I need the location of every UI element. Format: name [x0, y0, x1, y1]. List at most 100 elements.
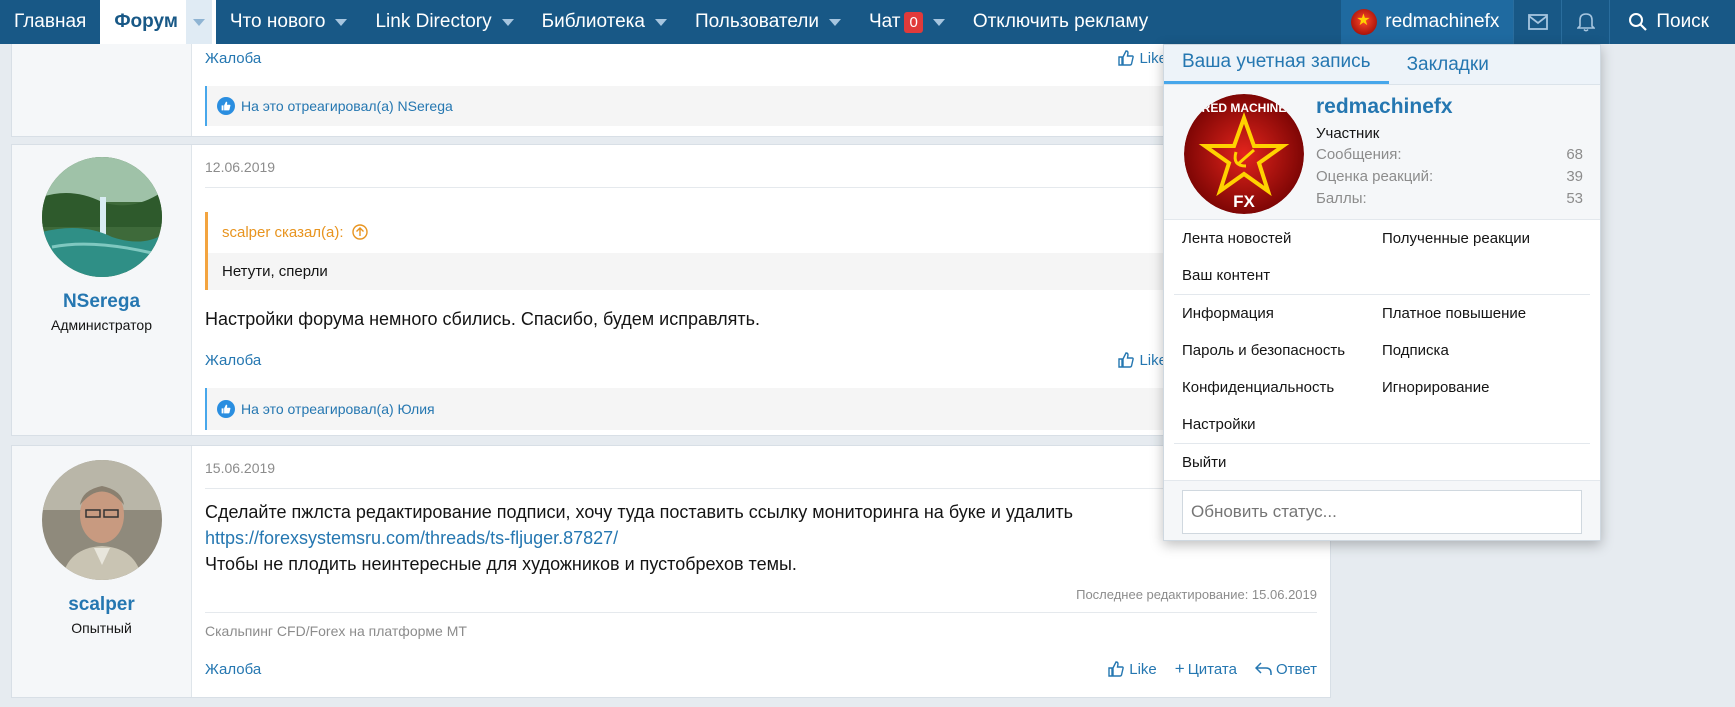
user-photo-avatar-image [41, 460, 162, 580]
author-title: Опытный [71, 620, 132, 636]
nav-whats-new[interactable]: Что нового [216, 0, 362, 44]
post-message: Настройки форума немного сбились. Спасиб… [205, 309, 761, 329]
post-author-panel: scalper Опытный [12, 446, 192, 697]
post-previous: Жалоба Like На это отреагировал(а) NSere… [11, 44, 1331, 137]
nav-home[interactable]: Главная [0, 0, 100, 44]
nav-disable-ads[interactable]: Отключить рекламу [959, 0, 1162, 44]
nav-disable-ads-label: Отключить рекламу [972, 11, 1149, 32]
report-link[interactable]: Жалоба [205, 661, 261, 678]
report-link[interactable]: Жалоба [205, 352, 261, 369]
like-button[interactable]: Like [1108, 661, 1157, 678]
like-reaction-icon [217, 97, 235, 115]
avatar [1351, 9, 1378, 35]
chevron-down-icon[interactable] [335, 18, 348, 26]
nav-forum-dropdown[interactable] [185, 0, 212, 44]
nav-users-label: Пользователи [694, 11, 819, 32]
tab-bookmarks[interactable]: Закладки [1389, 54, 1507, 84]
red-machine-logo-avatar: RED MACHINE FX [1184, 94, 1304, 214]
status-input[interactable] [1182, 490, 1582, 534]
reacted-by-text: На это отреагировал(а) NSerega [241, 98, 453, 114]
chevron-down-icon [192, 18, 205, 26]
post-message: Сделайте пжлста редактирование подписи, … [205, 499, 1317, 577]
status-update-area [1164, 480, 1600, 540]
envelope-icon [1527, 14, 1548, 30]
nav-forum[interactable]: Форум [100, 0, 216, 44]
reply-arrow-icon [1254, 662, 1272, 675]
author-title: Администратор [50, 317, 152, 333]
author-username[interactable]: NSerega [12, 291, 191, 313]
chevron-down-icon[interactable] [654, 18, 667, 26]
menu-link-password-security[interactable]: Пароль и безопасность [1182, 342, 1382, 359]
author-username[interactable]: scalper [12, 594, 191, 616]
nav-users[interactable]: Пользователи [681, 0, 855, 44]
chevron-down-icon[interactable] [501, 18, 514, 26]
account-menu-tabs: Ваша учетная запись Закладки [1164, 45, 1600, 85]
post-actions: Жалоба Like [205, 348, 1317, 372]
svg-text:FX: FX [1233, 192, 1255, 211]
nav-home-label: Главная [14, 11, 87, 32]
avatar[interactable]: RED MACHINE FX [1184, 94, 1304, 214]
chevron-down-icon[interactable] [932, 18, 945, 26]
stat-reactions[interactable]: Оценка реакций: 39 [1316, 168, 1583, 185]
menu-link-privacy[interactable]: Конфиденциальность [1182, 379, 1382, 396]
menu-link-paid-upgrades[interactable]: Платное повышение [1382, 305, 1582, 322]
report-link[interactable]: Жалоба [205, 50, 261, 67]
menu-link-your-content[interactable]: Ваш контент [1182, 267, 1400, 284]
search-icon [1629, 13, 1648, 31]
reply-label: Ответ [1275, 660, 1317, 678]
stat-value: 68 [1566, 146, 1583, 163]
like-reaction-icon [217, 400, 235, 418]
account-links-3: Выйти [1164, 444, 1600, 481]
chat-count-badge: 0 [904, 11, 923, 33]
menu-link-preferences[interactable]: Настройки [1182, 416, 1400, 433]
account-username[interactable]: redmachinefx [1316, 95, 1453, 119]
chevron-down-icon[interactable] [828, 18, 841, 26]
menu-link-ignoring[interactable]: Игнорирование [1382, 379, 1582, 396]
reaction-bar[interactable]: На это отреагировал(а) Юлия [205, 388, 1317, 430]
message-link[interactable]: https://forexsystemsru.com/threads/ts-fl… [205, 525, 1317, 551]
like-button[interactable]: Like [1118, 352, 1167, 369]
menu-link-subscription[interactable]: Подписка [1382, 342, 1582, 359]
avatar[interactable] [41, 157, 162, 277]
nav-forum-label: Форум [114, 11, 178, 32]
post-body: 15.06.2019 Сделайте пжлста редактировани… [192, 446, 1330, 697]
menu-link-news-feed[interactable]: Лента новостей [1182, 230, 1382, 247]
stat-messages[interactable]: Сообщения: 68 [1316, 146, 1583, 163]
nav-username: redmachinefx [1385, 11, 1500, 32]
account-summary: RED MACHINE FX redmachinefx Участник Соо… [1164, 85, 1600, 220]
message-line: Чтобы не плодить неинтересные для художн… [205, 554, 797, 574]
tab-your-account[interactable]: Ваша учетная запись [1164, 51, 1389, 84]
arrow-up-circle-icon [352, 224, 368, 240]
alerts-button[interactable] [1561, 0, 1609, 44]
account-links-2: Информация Платное повышение Пароль и без… [1164, 295, 1600, 443]
stat-label: Баллы: [1316, 190, 1367, 207]
nav-chat[interactable]: Чат 0 [855, 0, 959, 44]
stat-points[interactable]: Баллы: 53 [1316, 190, 1583, 207]
post-actions: Жалоба Like + Цитата Ответ [205, 657, 1317, 681]
nature-avatar-image [41, 157, 162, 277]
like-label: Like [1129, 660, 1157, 678]
menu-link-logout[interactable]: Выйти [1182, 454, 1400, 471]
post-date[interactable]: 12.06.2019 [205, 145, 1317, 188]
reaction-bar[interactable]: На это отреагировал(а) NSerega [205, 86, 1317, 126]
post-nserega: NSerega Администратор 12.06.2019 scalper… [11, 144, 1331, 436]
nav-account-button[interactable]: redmachinefx [1341, 0, 1514, 44]
stat-value: 53 [1566, 190, 1583, 207]
stat-label: Оценка реакций: [1316, 168, 1434, 185]
inbox-button[interactable] [1513, 0, 1561, 44]
quote-header[interactable]: scalper сказал(а): [208, 212, 1317, 253]
nav-library[interactable]: Библиотека [528, 0, 681, 44]
thumbs-up-icon [1118, 50, 1135, 66]
like-button[interactable]: Like [1118, 50, 1167, 67]
reply-button[interactable]: Ответ [1254, 660, 1317, 678]
menu-link-account-details[interactable]: Информация [1182, 305, 1382, 322]
search-button[interactable]: Поиск [1609, 0, 1735, 44]
nav-link-directory[interactable]: Link Directory [361, 0, 527, 44]
post-date[interactable]: 15.06.2019 [205, 446, 1317, 489]
search-label: Поиск [1656, 11, 1709, 32]
menu-link-reactions-received[interactable]: Полученные реакции [1382, 230, 1582, 247]
quote-button[interactable]: + Цитата [1175, 659, 1237, 679]
nav-library-label: Библиотека [541, 11, 645, 32]
quote-text: Нетути, сперли [222, 263, 328, 280]
avatar[interactable] [41, 460, 162, 580]
